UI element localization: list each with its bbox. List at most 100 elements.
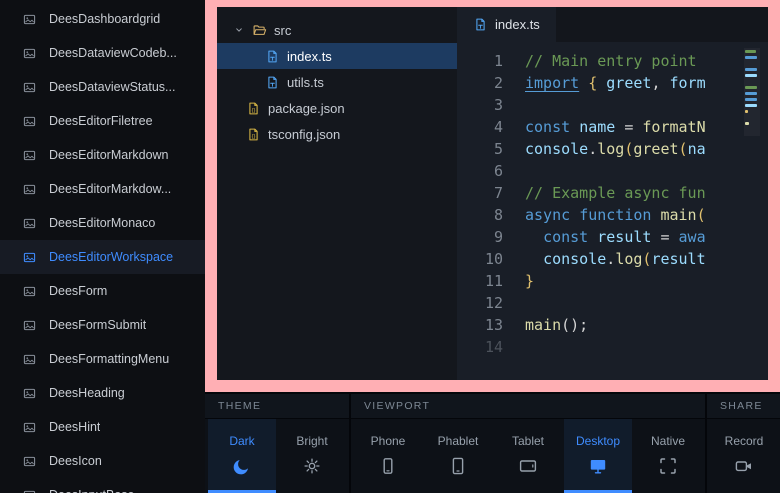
component-icon [22,454,37,469]
svg-text:{}: {} [252,133,256,139]
sidebar-item-deeseditorfiletree[interactable]: DeesEditorFiletree [0,104,205,138]
component-icon [22,182,37,197]
desktop-icon [588,456,608,476]
sidebar-item-deesformsubmit[interactable]: DeesFormSubmit [0,308,205,342]
code-line: 13 main(); [457,314,768,336]
sidebar-item-label: DeesIcon [49,454,102,468]
component-icon [22,114,37,129]
tree-item-utils-ts[interactable]: utils.ts [217,69,457,95]
sidebar-item-deesdataviewcodeb[interactable]: DeesDataviewCodeb... [0,36,205,70]
line-number: 14 [457,336,503,358]
tree-item-index-ts[interactable]: index.ts [217,43,457,69]
sidebar-item-deeseditormarkdow[interactable]: DeesEditorMarkdow... [0,172,205,206]
minimap[interactable] [744,48,760,136]
toolbar-button-phone[interactable]: Phone [354,419,422,493]
sidebar-item-deesdashboardgrid[interactable]: DeesDashboardgrid [0,2,205,36]
toolbar-button-label: Phablet [438,434,479,448]
sidebar-item-label: DeesDataviewCodeb... [49,46,177,60]
toolbar-button-label: Desktop [576,434,620,448]
sidebar-item-label: DeesFormSubmit [49,318,146,332]
toolbar-button-record[interactable]: Record [710,419,778,493]
toolbar-button-label: Record [725,434,764,448]
sidebar-item-deeseditorworkspace[interactable]: DeesEditorWorkspace [0,240,205,274]
folder-open-icon [252,23,267,38]
component-icon [22,148,37,163]
sidebar-item-deeseditormarkdown[interactable]: DeesEditorMarkdown [0,138,205,172]
component-icon [22,216,37,231]
component-icon [22,318,37,333]
sidebar-item-label: DeesForm [49,284,107,298]
sidebar-item-deesicon[interactable]: DeesIcon [0,444,205,478]
toolbar-button-label: Tablet [512,434,544,448]
ts-file-icon [473,17,488,32]
moon-icon [232,456,252,476]
tree-item-package-json[interactable]: {}package.json [217,95,457,121]
tree-item-label: src [274,23,291,38]
sidebar-item-label: DeesDataviewStatus... [49,80,175,94]
code-line: 4 const name = formatN [457,116,768,138]
file-tree: src index.ts utils.ts {}package.json {} t… [217,7,457,380]
svg-text:{}: {} [252,107,256,113]
sidebar-item-label: DeesEditorFiletree [49,114,153,128]
code-editor: index.ts 1 // Main entry point 2 import … [457,7,768,380]
native-icon [658,456,678,476]
toolbar-button-dark[interactable]: Dark [208,419,276,493]
component-icon [22,12,37,27]
toolbar-buttons-theme: Dark Bright [205,419,349,493]
line-number: 9 [457,226,503,248]
json-file-icon: {} [246,127,261,142]
editor-tab-bar: index.ts [457,7,768,42]
tablet-icon [518,456,538,476]
toolbar-button-tablet[interactable]: Tablet [494,419,562,493]
component-icon [22,250,37,265]
code-line: 2 import { greet, form [457,72,768,94]
code-lines: 1 // Main entry point 2 import { greet, … [457,50,768,358]
code-line: 6 [457,160,768,182]
phone-icon [378,456,398,476]
bottom-toolbar: THEME Dark Bright VIEWPORT Phone [205,392,780,493]
line-number: 8 [457,204,503,226]
tree-item-tsconfig-json[interactable]: {} tsconfig.json [217,121,457,147]
toolbar-button-desktop[interactable]: Desktop [564,419,632,493]
tree-item-label: tsconfig.json [268,127,340,142]
line-number: 6 [457,160,503,182]
sidebar-item-label: DeesInputBase [49,488,134,493]
component-icon [22,352,37,367]
line-number: 5 [457,138,503,160]
chevron-down-icon [233,24,245,36]
code-area[interactable]: 1 // Main entry point 2 import { greet, … [457,42,768,380]
code-line: 3 [457,94,768,116]
toolbar-section-header-theme: THEME [205,394,349,419]
sidebar-item-label: DeesEditorMarkdown [49,148,169,162]
code-line: 8 async function main( [457,204,768,226]
sidebar-item-deesform[interactable]: DeesForm [0,274,205,308]
line-number: 13 [457,314,503,336]
sidebar-item-deeseditormonaco[interactable]: DeesEditorMonaco [0,206,205,240]
toolbar-button-phablet[interactable]: Phablet [424,419,492,493]
code-line: 10 console.log(result [457,248,768,270]
ts-file-icon [265,75,280,90]
code-line: 9 const result = awa [457,226,768,248]
component-icon [22,46,37,61]
sidebar-item-label: DeesEditorMonaco [49,216,155,230]
tree-item-label: index.ts [287,49,332,64]
toolbar-buttons-share: Record [707,419,780,493]
app-root: DeesDashboardgrid DeesDataviewCodeb... D… [0,0,780,493]
toolbar-button-label: Dark [229,434,254,448]
toolbar-button-bright[interactable]: Bright [278,419,346,493]
tree-item-src[interactable]: src [217,17,457,43]
sidebar-item-label: DeesFormattingMenu [49,352,169,366]
sidebar-item-deesdataviewstatus[interactable]: DeesDataviewStatus... [0,70,205,104]
toolbar-section-header-share: SHARE [707,394,780,419]
line-number: 2 [457,72,503,94]
sidebar-item-deesformattingmenu[interactable]: DeesFormattingMenu [0,342,205,376]
sidebar-item-deesheading[interactable]: DeesHeading [0,376,205,410]
ts-file-icon [265,49,280,64]
sidebar-item-deesinputbase[interactable]: DeesInputBase [0,478,205,493]
toolbar-button-label: Phone [371,434,406,448]
sidebar-item-deeshint[interactable]: DeesHint [0,410,205,444]
json-file-icon: {} [246,101,261,116]
toolbar-button-native[interactable]: Native [634,419,702,493]
toolbar-section-share: SHARE Record [707,394,780,493]
editor-tab-index-ts[interactable]: index.ts [457,7,556,42]
